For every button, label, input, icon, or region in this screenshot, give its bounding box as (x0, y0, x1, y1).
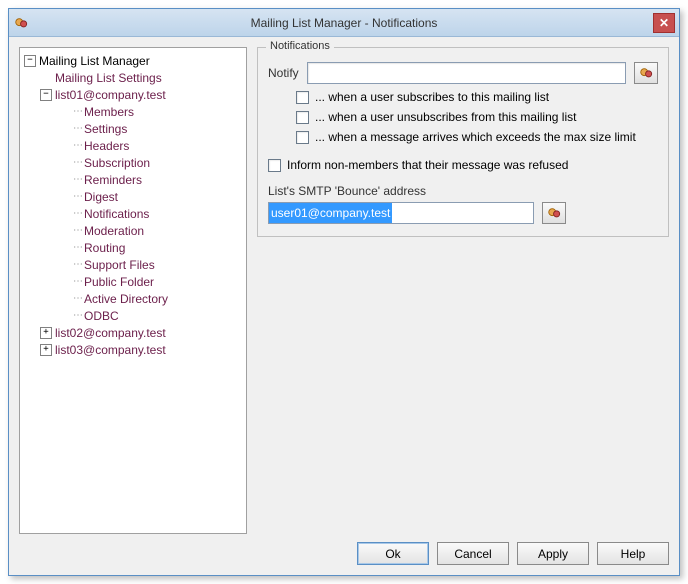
people-icon (639, 66, 653, 80)
tree-item-moderation[interactable]: ⋯Moderation (22, 222, 244, 239)
group-title: Notifications (266, 40, 334, 52)
notify-input[interactable] (307, 62, 626, 84)
cancel-button[interactable]: Cancel (437, 542, 509, 565)
tree-item-members[interactable]: ⋯Members (22, 103, 244, 120)
bounce-label: List's SMTP 'Bounce' address (268, 184, 658, 198)
tree-root[interactable]: − Mailing List Manager (22, 52, 244, 69)
close-button[interactable]: ✕ (653, 13, 675, 33)
content-pane: Notifications Notify ... (257, 47, 669, 534)
bounce-input[interactable]: user01@company.test (268, 202, 534, 224)
checkbox-subscribe-label: ... when a user subscribes to this maili… (315, 90, 549, 104)
tree-item-support-files[interactable]: ⋯Support Files (22, 256, 244, 273)
titlebar[interactable]: Mailing List Manager - Notifications ✕ (9, 9, 679, 37)
ok-button[interactable]: Ok (357, 542, 429, 565)
help-button[interactable]: Help (597, 542, 669, 565)
notifications-group: Notifications Notify ... (257, 47, 669, 237)
checkbox-inform-nonmembers-label: Inform non-members that their message wa… (287, 158, 568, 172)
notify-label: Notify (268, 66, 299, 80)
checkbox-maxsize-label: ... when a message arrives which exceeds… (315, 130, 636, 144)
notify-browse-button[interactable] (634, 62, 658, 84)
checkbox-inform-nonmembers[interactable] (268, 159, 281, 172)
tree-item-digest[interactable]: ⋯Digest (22, 188, 244, 205)
tree-item-mailing-list-settings[interactable]: Mailing List Settings (22, 69, 244, 86)
checkbox-unsubscribe-label: ... when a user unsubscribes from this m… (315, 110, 576, 124)
tree-item-subscription[interactable]: ⋯Subscription (22, 154, 244, 171)
window-title: Mailing List Manager - Notifications (35, 16, 653, 30)
checkbox-unsubscribe[interactable] (296, 111, 309, 124)
checkbox-maxsize[interactable] (296, 131, 309, 144)
tree-item-list02[interactable]: + list02@company.test (22, 324, 244, 341)
tree-item-settings[interactable]: ⋯Settings (22, 120, 244, 137)
tree-item-notifications[interactable]: ⋯Notifications (22, 205, 244, 222)
tree-item-odbc[interactable]: ⋯ODBC (22, 307, 244, 324)
tree-item-active-directory[interactable]: ⋯Active Directory (22, 290, 244, 307)
expand-icon[interactable]: + (40, 344, 52, 356)
tree-item-public-folder[interactable]: ⋯Public Folder (22, 273, 244, 290)
bounce-browse-button[interactable] (542, 202, 566, 224)
expand-icon[interactable]: + (40, 327, 52, 339)
nav-tree[interactable]: − Mailing List Manager Mailing List Sett… (19, 47, 247, 534)
tree-item-routing[interactable]: ⋯Routing (22, 239, 244, 256)
people-icon (547, 206, 561, 220)
collapse-icon[interactable]: − (24, 55, 36, 67)
collapse-icon[interactable]: − (40, 89, 52, 101)
tree-item-headers[interactable]: ⋯Headers (22, 137, 244, 154)
button-bar: Ok Cancel Apply Help (19, 542, 669, 565)
apply-button[interactable]: Apply (517, 542, 589, 565)
tree-item-list01[interactable]: − list01@company.test (22, 86, 244, 103)
close-icon: ✕ (659, 16, 669, 30)
tree-item-reminders[interactable]: ⋯Reminders (22, 171, 244, 188)
dialog-window: Mailing List Manager - Notifications ✕ −… (8, 8, 680, 576)
tree-item-list03[interactable]: + list03@company.test (22, 341, 244, 358)
bounce-input-value: user01@company.test (269, 203, 392, 223)
app-icon (13, 15, 29, 31)
checkbox-subscribe[interactable] (296, 91, 309, 104)
